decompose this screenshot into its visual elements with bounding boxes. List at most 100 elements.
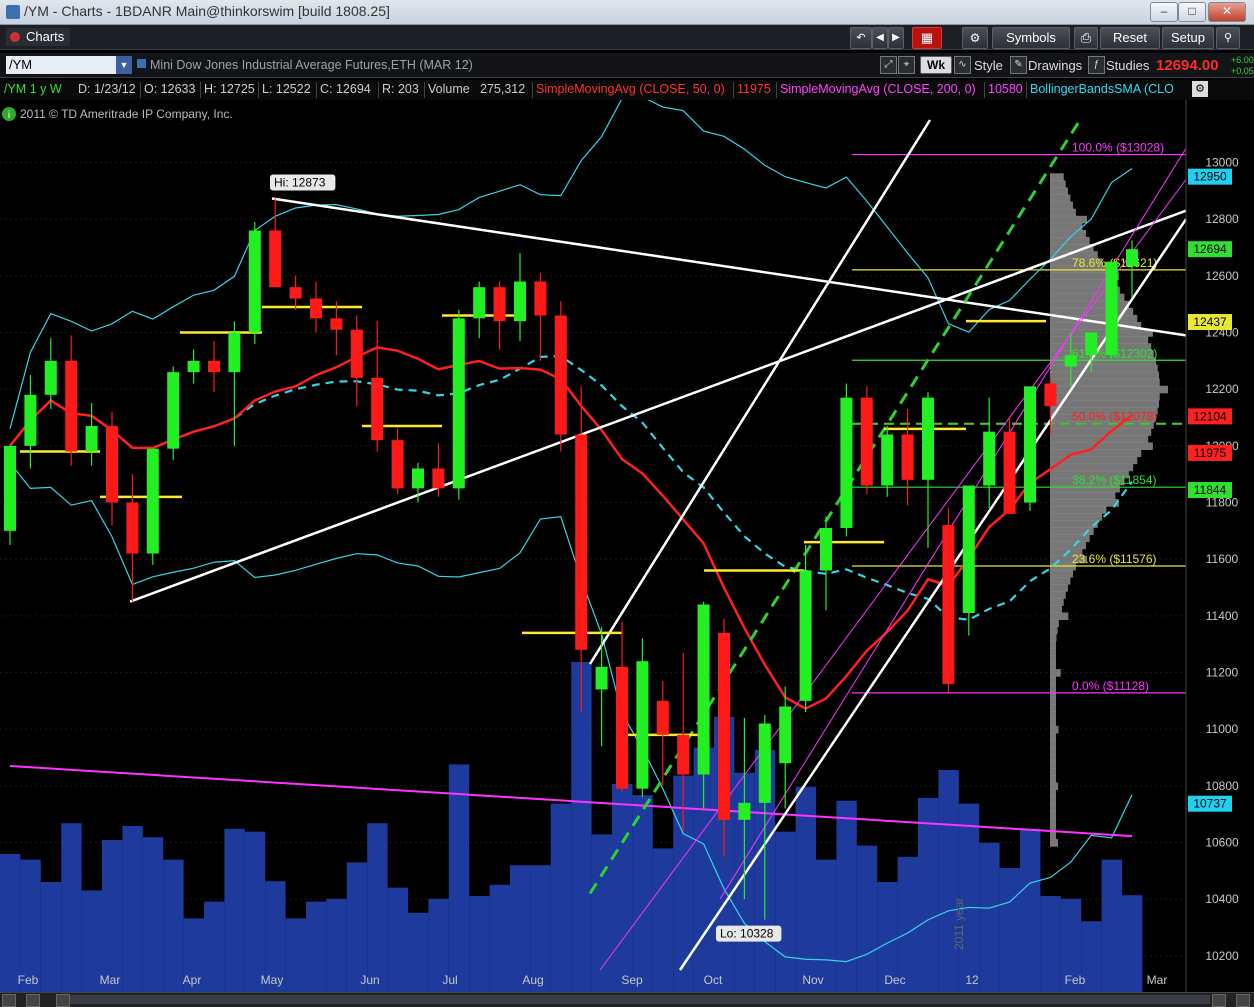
volume-bar <box>612 784 633 992</box>
time-tick-label: Oct <box>704 973 723 987</box>
scroll-thumb[interactable] <box>70 995 1210 1004</box>
year-label: 2011 year <box>952 898 966 950</box>
candle-body <box>126 502 139 554</box>
volume-bar <box>897 856 918 992</box>
price-tick-label: 11200 <box>1206 666 1239 680</box>
tab-charts[interactable]: Charts <box>6 28 71 46</box>
volume-bar <box>326 898 347 992</box>
candle-body <box>820 528 832 571</box>
candle-body <box>432 468 445 489</box>
price-chart[interactable]: 100.0% ($13028)78.6% ($12621)61.8% ($123… <box>0 100 1254 992</box>
time-tick-label: Jun <box>360 973 379 987</box>
candle-body <box>493 287 506 322</box>
candle-body <box>85 426 98 452</box>
candle-body <box>228 332 241 373</box>
volume-bar <box>285 918 306 992</box>
price-tag-label: 12437 <box>1193 315 1227 329</box>
pin-icon[interactable]: ⚲ <box>1216 27 1240 49</box>
bar-open: O: 12633 <box>144 82 196 96</box>
volume-bar <box>306 901 327 992</box>
volume-bar <box>367 823 388 992</box>
sma50-value: 11975 <box>737 82 771 96</box>
wrench-icon[interactable]: ⚙ <box>962 27 988 49</box>
zoom-in-icon[interactable] <box>1212 994 1226 1007</box>
symbol-input[interactable]: /YM <box>6 56 124 74</box>
time-tick-label: Sep <box>621 973 643 987</box>
zoom-icon[interactable]: ⤢ <box>880 56 897 74</box>
chevron-down-icon[interactable]: ▼ <box>116 56 132 74</box>
candle-body <box>1064 355 1077 367</box>
scroll-right-icon[interactable] <box>1236 994 1250 1007</box>
settings-icon[interactable]: ⚙ <box>1192 81 1208 97</box>
volume-bar <box>1101 859 1122 992</box>
close-button[interactable]: ✕ <box>1208 2 1246 22</box>
volume-bar <box>856 845 878 992</box>
candle-body <box>718 632 730 820</box>
candle-body <box>310 298 322 319</box>
candle-body <box>636 661 649 789</box>
volume-bar <box>224 828 245 992</box>
scroll-left-icon[interactable] <box>2 994 16 1007</box>
candle-body <box>616 666 628 789</box>
candle-body <box>697 604 710 775</box>
candle-body <box>554 315 567 435</box>
price-tick-label: 12800 <box>1205 212 1239 226</box>
bar-date: D: 1/23/12 <box>78 82 136 96</box>
low-label: Lo: 10328 <box>720 927 774 941</box>
pencil-icon[interactable]: ✎ <box>1010 56 1027 74</box>
volume-label: Volume <box>428 82 470 96</box>
time-tick-label: Feb <box>18 973 39 987</box>
candle-body <box>962 485 975 613</box>
drawings-button[interactable]: Drawings <box>1028 58 1082 73</box>
volume-bar <box>489 884 510 992</box>
volume-bar <box>836 800 857 992</box>
app-icon <box>6 5 20 19</box>
candle-body <box>24 394 37 446</box>
candle-body <box>922 397 934 480</box>
back-icon[interactable]: ◀ <box>872 27 888 49</box>
studies-button[interactable]: Studies <box>1106 58 1149 73</box>
sma200-label: SimpleMovingAvg (CLOSE, 200, 0) <box>780 82 976 96</box>
candle-body <box>4 445 16 531</box>
horizontal-scrollbar[interactable] <box>0 992 1254 1007</box>
studies-icon[interactable]: ƒ <box>1088 56 1105 74</box>
price-tick-label: 10200 <box>1205 949 1239 963</box>
price-tick-label: 12600 <box>1205 269 1239 283</box>
candle-body <box>677 734 690 775</box>
sma200-value: 10580 <box>988 82 1023 96</box>
candle-body <box>1044 383 1057 407</box>
minimize-button[interactable]: – <box>1150 2 1178 22</box>
volume-bar <box>1020 828 1041 992</box>
time-tick-label: Jul <box>442 973 457 987</box>
style-icon[interactable]: ∿ <box>954 56 971 74</box>
crosshair-icon[interactable]: ⌖ <box>898 56 915 74</box>
reset-button[interactable]: Reset <box>1100 27 1160 49</box>
candle-body <box>391 440 404 489</box>
maximize-button[interactable]: □ <box>1178 2 1206 22</box>
symbol-toolbar: /YM ▼ Mini Dow Jones Industrial Average … <box>0 53 1254 78</box>
candle-body <box>473 287 486 319</box>
candle-body <box>534 281 547 316</box>
candle-body <box>901 434 914 480</box>
copyright-text: 2011 © TD Ameritrade IP Company, Inc. <box>20 107 233 121</box>
symbols-button[interactable]: Symbols <box>992 27 1070 49</box>
main-toolbar: Charts ↶ ◀ ▶ ▦ ⚙ Symbols ⎙ Reset Setup ⚲ <box>0 25 1254 50</box>
candle-body <box>1003 431 1016 514</box>
svg-text:i: i <box>8 110 10 121</box>
period-selector[interactable]: Wk <box>920 56 952 74</box>
undo-icon[interactable]: ↶ <box>850 27 872 49</box>
setup-button[interactable]: Setup <box>1162 27 1214 49</box>
volume-bar <box>244 831 266 992</box>
hand-icon[interactable] <box>56 994 70 1007</box>
zoom-out-icon[interactable] <box>26 994 40 1007</box>
charts-icon <box>10 32 20 42</box>
print-icon[interactable]: ⎙ <box>1074 27 1098 49</box>
last-price: 12694.00 <box>1156 57 1219 74</box>
price-tick-label: 12200 <box>1205 382 1239 396</box>
grid-layout-icon[interactable]: ▦ <box>912 27 942 49</box>
volume-bar <box>918 798 939 992</box>
forward-icon[interactable]: ▶ <box>888 27 904 49</box>
price-tag-label: 12694 <box>1193 242 1227 256</box>
style-button[interactable]: Style <box>974 58 1003 73</box>
candle-body <box>1085 332 1098 356</box>
